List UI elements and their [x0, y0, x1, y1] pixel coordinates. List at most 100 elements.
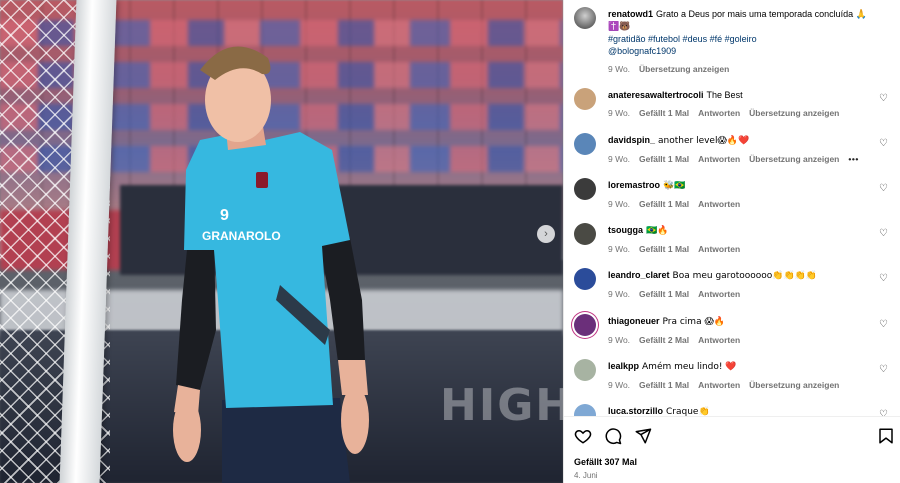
- comment-username[interactable]: loremastroo: [608, 180, 660, 190]
- likes-count[interactable]: Gefällt 307 Mal: [574, 457, 637, 467]
- comment-text: another level😱🔥❤️: [658, 136, 750, 146]
- comment-username[interactable]: thiagoneuer: [608, 316, 660, 326]
- svg-text:9: 9: [220, 207, 229, 224]
- comment-meta: 9 Wo. Gefällt 1 Mal Antworten: [608, 199, 892, 209]
- caption-hashtags[interactable]: #gratidão #futebol #deus #fé #goleiro: [608, 33, 892, 45]
- comment-username[interactable]: lealkpp: [608, 361, 639, 371]
- comment-item: thiagoneuer Pra cima 😱🔥 9 Wo. Gefällt 2 M…: [574, 314, 892, 345]
- translate-link[interactable]: Übersetzung anzeigen: [749, 154, 839, 164]
- avatar[interactable]: [574, 314, 596, 336]
- comment-text-line: leandro_claret Boa meu garotoooooo👏👏👏👏: [608, 269, 892, 282]
- avatar[interactable]: [574, 133, 596, 155]
- comment-time[interactable]: 9 Wo.: [608, 335, 630, 345]
- comment-meta: 9 Wo. Gefällt 1 Mal Antworten Übersetzun…: [608, 108, 892, 118]
- post-date[interactable]: 4. Juni: [574, 471, 598, 480]
- comment-item: leandro_claret Boa meu garotoooooo👏👏👏👏 9 …: [574, 268, 892, 299]
- reply-button[interactable]: Antworten: [698, 108, 740, 118]
- comment-text: 🇧🇷🔥: [646, 226, 669, 236]
- avatar[interactable]: [574, 404, 596, 416]
- next-image-button[interactable]: ›: [537, 225, 555, 243]
- avatar[interactable]: [574, 223, 596, 245]
- heart-icon[interactable]: ♡: [879, 319, 888, 330]
- comment-username[interactable]: davidspin_: [608, 135, 655, 145]
- comment-text: 🐝🇧🇷: [663, 181, 686, 191]
- comment-time[interactable]: 9 Wo.: [608, 289, 630, 299]
- avatar[interactable]: [574, 7, 596, 29]
- caption-username[interactable]: renatowd1: [608, 9, 653, 19]
- comment-text-line: davidspin_ another level😱🔥❤️: [608, 134, 892, 147]
- comment-time[interactable]: 9 Wo.: [608, 244, 630, 254]
- comment-text-line: thiagoneuer Pra cima 😱🔥: [608, 315, 892, 328]
- heart-icon[interactable]: ♡: [879, 228, 888, 239]
- heart-icon[interactable]: ♡: [879, 93, 888, 104]
- comment-text-line: lealkpp Amém meu lindo! ❤️: [608, 360, 892, 373]
- reply-button[interactable]: Antworten: [698, 244, 740, 254]
- comment-text: Pra cima 😱🔥: [662, 317, 726, 327]
- comment-meta: 9 Wo. Gefällt 1 Mal Antworten: [608, 244, 892, 254]
- comment-likes[interactable]: Gefällt 1 Mal: [639, 380, 689, 390]
- comment-meta: 9 Wo. Gefällt 1 Mal Antworten: [608, 289, 892, 299]
- caption-translate-link[interactable]: Übersetzung anzeigen: [639, 64, 729, 74]
- share-icon[interactable]: [634, 427, 652, 445]
- chevron-right-icon: ›: [544, 227, 548, 240]
- player-figure: 9 GRANAROLO: [173, 46, 369, 483]
- reply-button[interactable]: Antworten: [698, 154, 740, 164]
- comment-likes[interactable]: Gefällt 2 Mal: [639, 335, 689, 345]
- comment-item: davidspin_ another level😱🔥❤️ 9 Wo. Gefäll…: [574, 133, 892, 164]
- reply-button[interactable]: Antworten: [698, 199, 740, 209]
- comment-text-line: tsougga 🇧🇷🔥: [608, 224, 892, 237]
- comment-time[interactable]: 9 Wo.: [608, 108, 630, 118]
- comment-username[interactable]: leandro_claret: [608, 270, 670, 280]
- caption-text-line: renatowd1 Grato a Deus por mais uma tempo…: [608, 8, 892, 21]
- caption-meta: 9 Wo. Übersetzung anzeigen: [608, 64, 892, 74]
- comment-likes[interactable]: Gefällt 1 Mal: [639, 244, 689, 254]
- comment-username[interactable]: luca.storzillo: [608, 406, 663, 416]
- comment-item: lealkpp Amém meu lindo! ❤️ 9 Wo. Gefällt …: [574, 359, 892, 390]
- comment-username[interactable]: anateresawaltertrocoli: [608, 90, 704, 100]
- post-footer: Gefällt 307 Mal 4. Juni: [564, 416, 900, 483]
- comment-text: The Best: [706, 90, 743, 100]
- comment-time[interactable]: 9 Wo.: [608, 154, 630, 164]
- svg-text:GRANAROLO: GRANAROLO: [202, 229, 281, 243]
- heart-icon[interactable]: [574, 427, 592, 445]
- comment-likes[interactable]: Gefällt 1 Mal: [639, 289, 689, 299]
- post-viewer: HIGH 9 GRANAROLO › renatowd1 Grato a Deu…: [0, 0, 900, 483]
- avatar[interactable]: [574, 88, 596, 110]
- translate-link[interactable]: Übersetzung anzeigen: [749, 380, 839, 390]
- reply-button[interactable]: Antworten: [698, 335, 740, 345]
- comment-icon[interactable]: [604, 427, 622, 445]
- translate-link[interactable]: Übersetzung anzeigen: [749, 108, 839, 118]
- comment-item: loremastroo 🐝🇧🇷 9 Wo. Gefällt 1 Mal Antwo…: [574, 178, 892, 209]
- caption-emoji: 🙏: [855, 10, 867, 20]
- heart-icon[interactable]: ♡: [879, 364, 888, 375]
- comment-meta: 9 Wo. Gefällt 1 Mal Antworten Übersetzun…: [608, 154, 892, 164]
- caption-text: Grato a Deus por mais uma temporada conc…: [656, 9, 854, 19]
- comment-text-line: anateresawaltertrocoli The Best: [608, 89, 892, 101]
- heart-icon[interactable]: ♡: [879, 138, 888, 149]
- comment-text: Amém meu lindo! ❤️: [642, 362, 737, 372]
- comment-username[interactable]: tsougga: [608, 225, 643, 235]
- reply-button[interactable]: Antworten: [698, 380, 740, 390]
- more-options-icon[interactable]: •••: [848, 154, 858, 164]
- bookmark-icon[interactable]: [877, 427, 895, 445]
- comment-item: tsougga 🇧🇷🔥 9 Wo. Gefällt 1 Mal Antworten…: [574, 223, 892, 254]
- heart-icon[interactable]: ♡: [879, 409, 888, 416]
- comment-likes[interactable]: Gefällt 1 Mal: [639, 154, 689, 164]
- avatar[interactable]: [574, 359, 596, 381]
- caption-mention[interactable]: @bolognafc1909: [608, 45, 892, 57]
- heart-icon[interactable]: ♡: [879, 183, 888, 194]
- comment-likes[interactable]: Gefällt 1 Mal: [639, 199, 689, 209]
- comment-time[interactable]: 9 Wo.: [608, 199, 630, 209]
- caption-time[interactable]: 9 Wo.: [608, 64, 630, 74]
- avatar[interactable]: [574, 178, 596, 200]
- caption-emoji-line: ✝️🐻: [608, 22, 631, 32]
- comment-likes[interactable]: Gefällt 1 Mal: [639, 108, 689, 118]
- heart-icon[interactable]: ♡: [879, 273, 888, 284]
- avatar[interactable]: [574, 268, 596, 290]
- post-photo[interactable]: HIGH 9 GRANAROLO ›: [0, 0, 563, 483]
- comment-meta: 9 Wo. Gefällt 1 Mal Antworten Übersetzun…: [608, 380, 892, 390]
- reply-button[interactable]: Antworten: [698, 289, 740, 299]
- comments-scroll[interactable]: renatowd1 Grato a Deus por mais uma tempo…: [564, 0, 900, 416]
- action-bar: [574, 427, 652, 445]
- comment-time[interactable]: 9 Wo.: [608, 380, 630, 390]
